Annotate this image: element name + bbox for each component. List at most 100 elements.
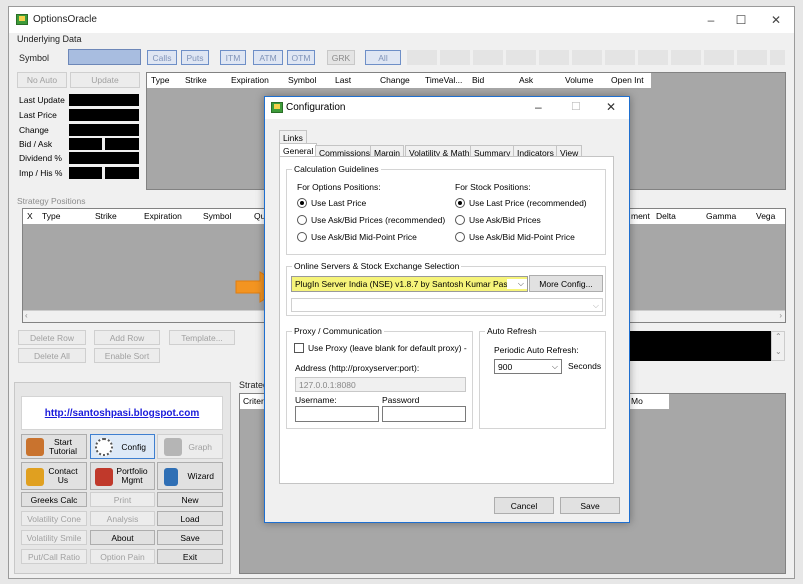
col-bid: Bid <box>472 75 485 85</box>
symbol-input[interactable] <box>68 49 141 65</box>
portfolio-mgmt-button[interactable]: Portfolio Mgmt <box>90 462 155 490</box>
col-gamma: Gamma <box>706 211 737 221</box>
put-call-ratio-button[interactable]: Put/Call Ratio <box>21 549 87 564</box>
bid-ask-label: Bid / Ask <box>19 139 53 149</box>
load-button[interactable]: Load <box>157 511 223 526</box>
filter-atm-button[interactable]: ATM <box>253 50 283 65</box>
stock-ask-bid-radio[interactable] <box>455 215 465 225</box>
about-button[interactable]: About <box>90 530 155 545</box>
dialog-maximize-icon[interactable]: ☐ <box>571 100 581 113</box>
col-investment: ment <box>631 211 650 221</box>
scroll-left-icon[interactable]: ‹ <box>25 311 28 320</box>
underlying-section-label: Underlying Data <box>17 34 82 44</box>
exit-button[interactable]: Exit <box>157 549 223 564</box>
options-last-price-label: Use Last Price <box>311 198 367 208</box>
no-auto-button[interactable]: No Auto <box>17 72 67 88</box>
filter-puts-button[interactable]: Puts <box>181 50 209 65</box>
filter-otm-button[interactable]: OTM <box>287 50 315 65</box>
use-proxy-checkbox[interactable] <box>294 343 304 353</box>
graph-button[interactable]: Graph <box>157 434 223 459</box>
dividend-value <box>69 152 139 164</box>
col-volume: Volume <box>565 75 594 85</box>
options-last-price-radio[interactable] <box>297 198 307 208</box>
stock-last-price-radio[interactable] <box>455 198 465 208</box>
options-positions-heading: For Options Positions: <box>297 182 381 192</box>
volatility-smile-button[interactable]: Volatility Smile <box>21 530 87 545</box>
col-strategy-strike: Strike <box>95 211 117 221</box>
summary-black-panel <box>629 331 771 361</box>
volatility-cone-button[interactable]: Volatility Cone <box>21 511 87 526</box>
maximize-icon[interactable]: ☐ <box>727 12 755 28</box>
more-config-button[interactable]: More Config... <box>529 275 603 292</box>
username-label: Username: <box>295 395 337 405</box>
template-button[interactable]: Template... <box>169 330 235 345</box>
delete-row-button[interactable]: Delete Row <box>18 330 86 345</box>
options-midpoint-radio[interactable] <box>297 232 307 242</box>
filter-calls-button[interactable]: Calls <box>147 50 177 65</box>
minimize-icon[interactable]: – <box>697 12 725 28</box>
refresh-interval-select[interactable]: 900 ⌵ <box>494 359 562 374</box>
save-main-button[interactable]: Save <box>157 530 223 545</box>
enable-sort-button[interactable]: Enable Sort <box>94 348 160 363</box>
ask-value <box>105 138 139 150</box>
summary-scrollbar[interactable]: ⌃ ⌄ <box>771 331 785 361</box>
config-button[interactable]: Config <box>90 434 155 459</box>
bid-value <box>69 138 102 150</box>
contact-us-button[interactable]: Contact Us <box>21 462 87 490</box>
strategy-section-label: Strategy Positions <box>17 196 86 206</box>
options-table-header: Type Strike Expiration Symbol Last Chang… <box>147 73 651 88</box>
col-strategy-expiration: Expiration <box>144 211 182 221</box>
refresh-interval-value: 900 <box>498 362 513 372</box>
update-button[interactable]: Update <box>70 72 140 88</box>
cancel-button[interactable]: Cancel <box>494 497 554 514</box>
dialog-title: Configuration <box>286 102 346 113</box>
password-input[interactable] <box>382 406 466 422</box>
wizard-icon <box>164 468 178 486</box>
print-button[interactable]: Print <box>90 492 155 507</box>
implied-vol-value <box>69 167 102 179</box>
scroll-up-icon[interactable]: ⌃ <box>775 332 782 341</box>
close-icon[interactable]: ✕ <box>762 12 790 28</box>
server-select[interactable]: PlugIn Server India (NSE) v1.8.7 by Sant… <box>291 276 528 292</box>
scroll-down-icon[interactable]: ⌄ <box>775 347 782 356</box>
options-ask-bid-radio[interactable] <box>297 215 307 225</box>
greeks-calc-button[interactable]: Greeks Calc <box>21 492 87 507</box>
last-price-value <box>69 109 139 121</box>
wizard-button[interactable]: Wizard <box>157 462 223 490</box>
username-input[interactable] <box>295 406 379 422</box>
dialog-minimize-icon[interactable]: – <box>535 100 542 114</box>
calculation-group: Calculation Guidelines For Options Posit… <box>286 164 606 255</box>
add-row-button[interactable]: Add Row <box>94 330 160 345</box>
start-tutorial-button[interactable]: Start Tutorial <box>21 434 87 459</box>
exchange-select[interactable]: ⌵ <box>291 298 603 312</box>
historical-vol-value <box>105 167 139 179</box>
col-strategy-symbol: Symbol <box>203 211 232 221</box>
col-x: X <box>27 211 33 221</box>
change-label: Change <box>19 125 49 135</box>
blog-link[interactable]: http://santoshpasi.blogspot.com <box>22 408 222 419</box>
delete-all-button[interactable]: Delete All <box>18 348 86 363</box>
filter-grk-button[interactable]: GRK <box>327 50 355 65</box>
last-update-label: Last Update <box>19 95 65 105</box>
col-timeval: TimeVal... <box>425 75 463 85</box>
chevron-down-icon-3: ⌵ <box>551 362 558 371</box>
scroll-right-icon[interactable]: › <box>779 311 782 320</box>
results-header-right: Mo <box>629 394 669 409</box>
dialog-close-icon[interactable]: ✕ <box>606 100 616 114</box>
contact-person-icon <box>26 468 44 486</box>
auto-refresh-group: Auto Refresh Periodic Auto Refresh: 900 … <box>479 326 606 429</box>
stock-midpoint-radio[interactable] <box>455 232 465 242</box>
save-button[interactable]: Save <box>560 497 620 514</box>
proxy-address-input[interactable]: 127.0.0.1:8080 <box>295 377 466 392</box>
general-tab-panel: Calculation Guidelines For Options Posit… <box>279 156 614 484</box>
last-update-value <box>69 94 139 106</box>
strategy-table-header: X Type Strike Expiration Symbol Qu <box>23 209 283 224</box>
chevron-down-icon: ⌵ <box>517 279 524 288</box>
col-criteria: Criter <box>243 396 264 406</box>
new-button[interactable]: New <box>157 492 223 507</box>
filter-all-button[interactable]: All <box>365 50 401 65</box>
proxy-group: Proxy / Communication Use Proxy (leave b… <box>286 326 473 429</box>
option-pain-button[interactable]: Option Pain <box>90 549 155 564</box>
analysis-button[interactable]: Analysis <box>90 511 155 526</box>
filter-itm-button[interactable]: ITM <box>220 50 246 65</box>
